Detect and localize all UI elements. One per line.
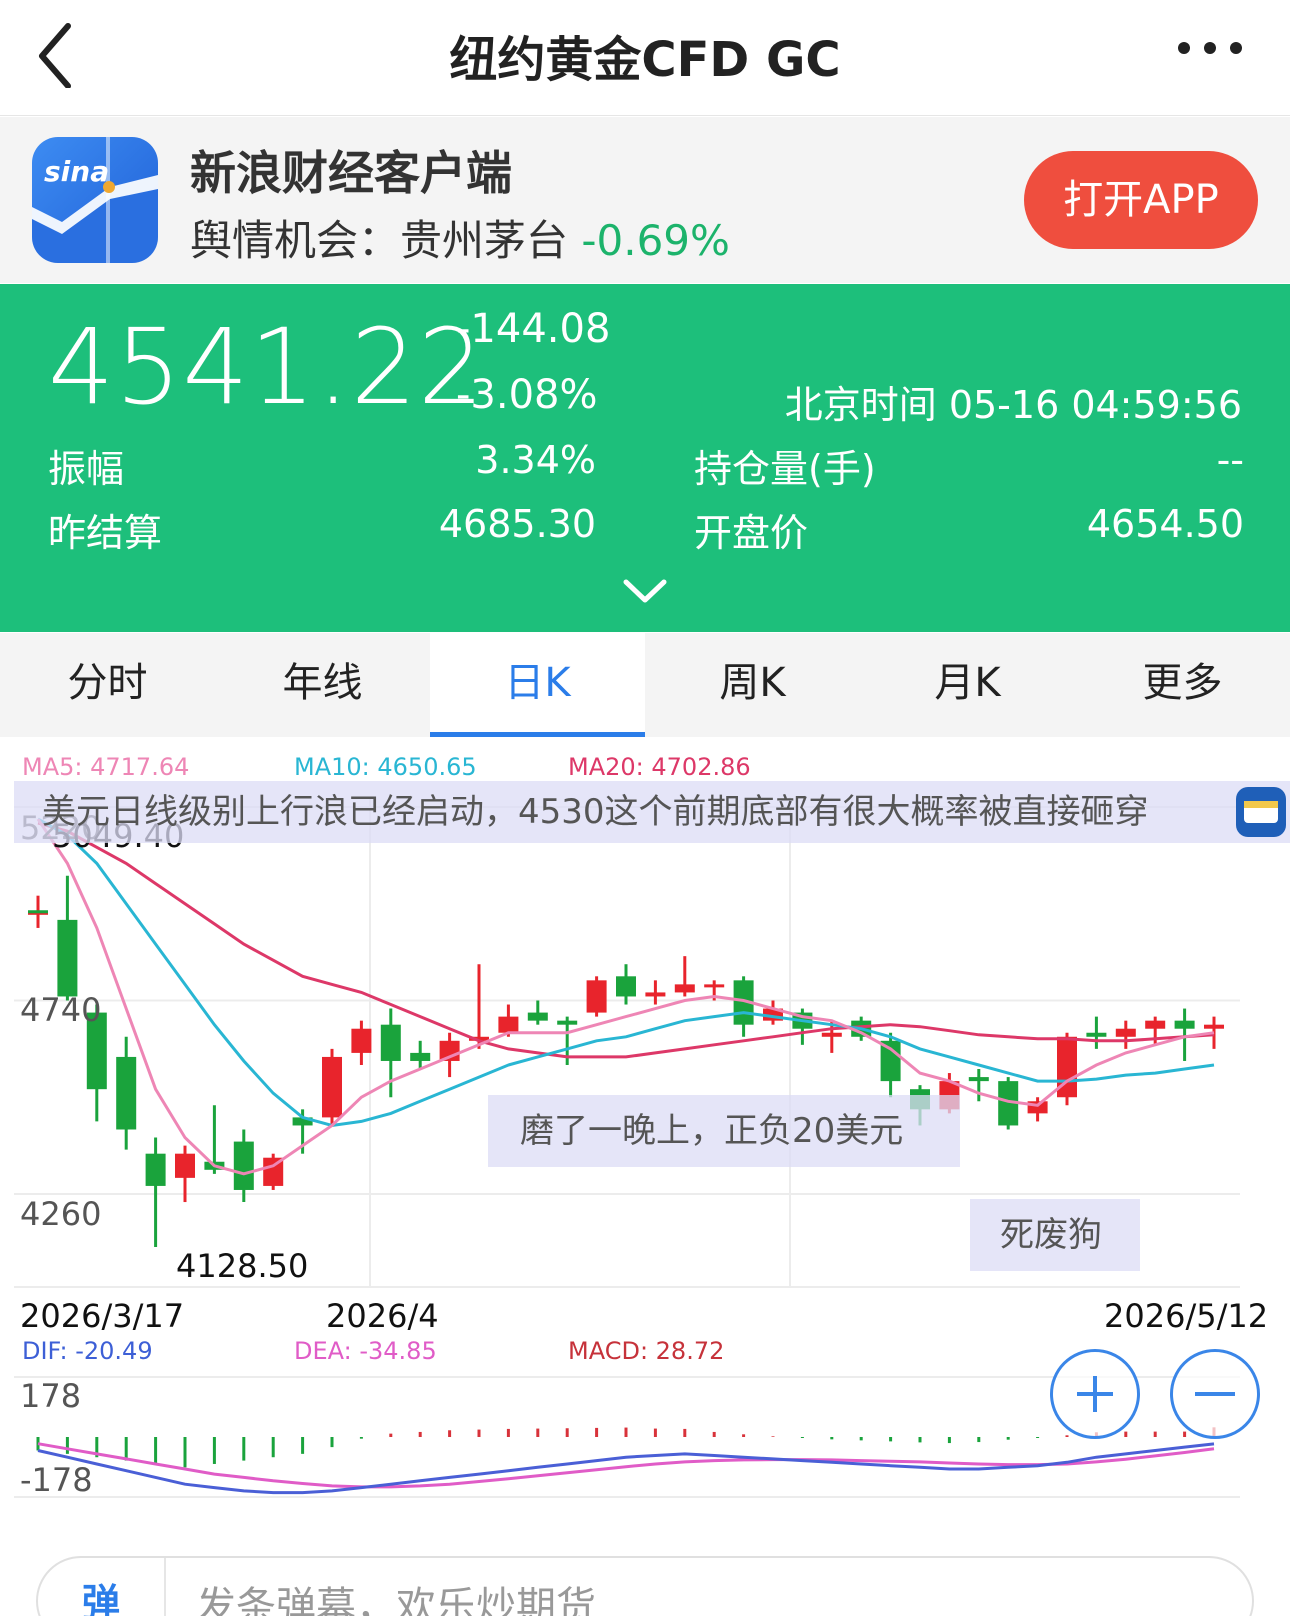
amplitude-label: 振幅 (48, 447, 125, 491)
app-name: 新浪财经客户端 (190, 146, 512, 200)
candle-body (821, 1032, 842, 1037)
last-price: 4541.22 (48, 306, 486, 428)
candle-body (57, 919, 78, 997)
period-tabs: 分时 年线 日K 周K 月K 更多 (0, 633, 1290, 737)
danmaku-input-bar[interactable]: 弹 发条弹幕，欢乐炒期货 (36, 1556, 1254, 1616)
tab-yearly[interactable]: 年线 (215, 633, 430, 737)
amplitude-value: 3.34% (475, 438, 596, 482)
macd-axis-top-label: 178 (20, 1377, 82, 1415)
dif-legend: DIF: -20.49 (22, 1337, 153, 1365)
candle-body (527, 1012, 548, 1021)
open-price-value: 4654.50 (1086, 502, 1244, 546)
tab-intraday[interactable]: 分时 (0, 633, 215, 737)
candle-body (880, 1040, 901, 1082)
y-axis-bottom-label: 4260 (20, 1195, 102, 1233)
date-start-label: 2026/3/17 (20, 1297, 185, 1335)
sina-finance-logo: sina (32, 137, 158, 263)
danmaku-text: 美元日线级别上行浪已经启动，4530这个前期底部有很大概率被直接砸穿 (42, 792, 1149, 832)
kline-chart-area[interactable]: MA5: 4717.64 MA10: 4650.65 MA20: 4702.86… (0, 737, 1290, 1616)
candle-body (968, 1077, 989, 1082)
more-menu-icon[interactable] (1170, 28, 1250, 68)
prev-settle-label: 昨结算 (48, 511, 163, 555)
low-price-marker: 4128.50 (176, 1247, 309, 1285)
macd-axis-bottom-label: -178 (20, 1461, 93, 1499)
candle-body (233, 1141, 254, 1190)
danmaku-message[interactable]: 死废狗 (970, 1199, 1140, 1271)
dea-legend: DEA: -34.85 (294, 1337, 437, 1365)
candle-body (322, 1056, 342, 1118)
tab-daily-k[interactable]: 日K (430, 633, 645, 737)
candle-body (1204, 1024, 1224, 1029)
open-price-label: 开盘价 (694, 511, 809, 555)
candle-body (616, 976, 636, 997)
candle-body (380, 1024, 401, 1061)
zoom-out-button[interactable] (1170, 1349, 1260, 1439)
candle-body (1174, 1020, 1195, 1029)
zoom-in-button[interactable] (1050, 1349, 1140, 1439)
price-change: -144.08 (456, 306, 611, 352)
macd-legend: MACD: 28.72 (568, 1337, 725, 1365)
candle-body (116, 1056, 137, 1130)
candle-body (586, 980, 607, 1013)
danmaku-icon[interactable]: 弹 (38, 1558, 166, 1616)
candle-body (704, 984, 725, 988)
danmaku-message[interactable]: 美元日线级别上行浪已经启动，4530这个前期底部有很大概率被直接砸穿 (14, 781, 1290, 843)
nav-bar: 纽约黄金CFD GC (0, 0, 1290, 116)
page-title: 纽约黄金CFD GC (449, 32, 841, 88)
open-app-button[interactable]: 打开APP (1024, 151, 1258, 249)
candle-body (1145, 1020, 1166, 1029)
sentiment-line: 舆情机会：贵州茅台 -0.69% (190, 207, 730, 268)
danmaku-avatar-icon (1236, 787, 1286, 837)
tab-more[interactable]: 更多 (1075, 633, 1290, 737)
ma20-legend: MA20: 4702.86 (568, 753, 751, 781)
open-interest-value: -- (1216, 438, 1244, 482)
app-promo-banner[interactable]: sina 新浪财经客户端 舆情机会：贵州茅台 -0.69% 打开APP (0, 117, 1290, 283)
candle-body (1115, 1028, 1136, 1037)
tab-monthly-k[interactable]: 月K (860, 633, 1075, 737)
tab-weekly-k[interactable]: 周K (645, 633, 860, 737)
ma10-legend: MA10: 4650.65 (294, 753, 477, 781)
danmaku-message[interactable]: 磨了一晚上，正负20美元 (488, 1095, 960, 1167)
sentiment-text: 舆情机会：贵州茅台 (190, 216, 582, 265)
danmaku-input-placeholder[interactable]: 发条弹幕，欢乐炒期货 (196, 1574, 596, 1616)
date-end-label: 2026/5/12 (1104, 1297, 1269, 1335)
quote-panel: 4541.22 -144.08 -3.08% 北京时间 05-16 04:59:… (0, 284, 1290, 632)
candle-body (645, 992, 666, 997)
ma20-line (37, 821, 1215, 1059)
candle-body (498, 1016, 519, 1033)
candle-body (175, 1153, 195, 1178)
candle-body (674, 984, 695, 993)
sentiment-pct: -0.69% (581, 216, 730, 265)
candle-body (145, 1153, 166, 1186)
price-change-pct: -3.08% (456, 372, 598, 418)
logo-text: sina (44, 155, 109, 188)
candle-body (410, 1052, 431, 1061)
y-axis-mid-label: 4740 (20, 991, 102, 1029)
date-mid-label: 2026/4 (326, 1297, 439, 1335)
prev-settle-value: 4685.30 (438, 502, 596, 546)
candle-body (1086, 1032, 1107, 1037)
chevron-down-icon[interactable] (620, 576, 670, 606)
candle-body (351, 1028, 372, 1053)
open-interest-label: 持仓量(手) (694, 447, 876, 491)
ma5-legend: MA5: 4717.64 (22, 753, 190, 781)
beijing-time: 北京时间 05-16 04:59:56 (784, 383, 1242, 427)
candle-body (557, 1020, 578, 1025)
